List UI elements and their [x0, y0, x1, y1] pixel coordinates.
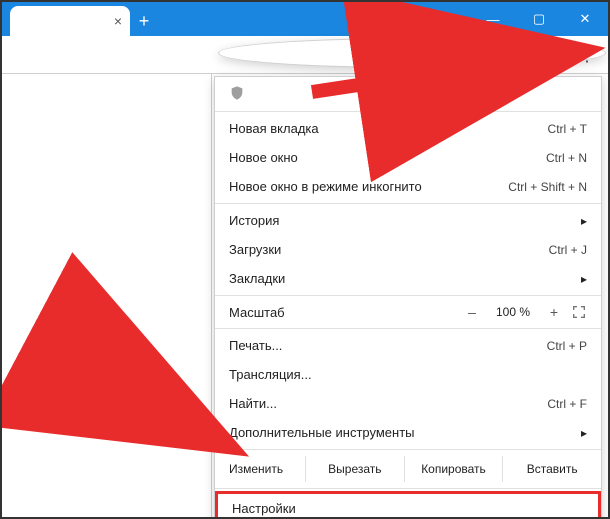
- menu-settings[interactable]: Настройки: [215, 491, 601, 519]
- menu-print[interactable]: Печать... Ctrl + P: [215, 331, 601, 360]
- menu-label: Найти...: [229, 396, 547, 411]
- window-controls: — ▢ ✕: [470, 2, 608, 36]
- menu-zoom: Масштаб – 100 % +: [215, 298, 601, 326]
- edit-copy-button[interactable]: Копировать: [405, 456, 503, 482]
- left-pane: [2, 74, 212, 517]
- menu-label: Новая вкладка: [229, 121, 548, 136]
- chevron-right-icon: ▸: [581, 426, 587, 440]
- menu-new-tab[interactable]: Новая вкладка Ctrl + T: [215, 114, 601, 143]
- main-menu-dropdown: Новая вкладка Ctrl + T Новое окно Ctrl +…: [214, 76, 602, 519]
- zoom-in-button[interactable]: +: [545, 304, 563, 320]
- close-window-button[interactable]: ✕: [562, 2, 608, 36]
- zoom-label: Масштаб: [229, 305, 455, 320]
- annotation-circle-menu: [218, 38, 606, 68]
- titlebar: × + — ▢ ✕: [2, 2, 608, 36]
- shield-row: [215, 77, 601, 109]
- menu-bookmarks[interactable]: Закладки ▸: [215, 264, 601, 293]
- fullscreen-icon[interactable]: [571, 304, 587, 320]
- shield-icon: [229, 85, 245, 101]
- menu-incognito[interactable]: Новое окно в режиме инкогнито Ctrl + Shi…: [215, 172, 601, 201]
- shortcut: Ctrl + F: [547, 397, 587, 411]
- menu-more-tools[interactable]: Дополнительные инструменты ▸: [215, 418, 601, 447]
- menu-label: Дополнительные инструменты: [229, 425, 571, 440]
- shortcut: Ctrl + N: [546, 151, 587, 165]
- menu-history[interactable]: История ▸: [215, 206, 601, 235]
- menu-label: Печать...: [229, 338, 547, 353]
- edit-cut-button[interactable]: Вырезать: [306, 456, 404, 482]
- menu-label: Новое окно: [229, 150, 546, 165]
- zoom-value: 100 %: [489, 305, 537, 319]
- new-tab-button[interactable]: +: [130, 6, 158, 36]
- chevron-right-icon: ▸: [581, 272, 587, 286]
- menu-label: Закладки: [229, 271, 571, 286]
- menu-edit-row: Изменить Вырезать Копировать Вставить: [215, 452, 601, 486]
- menu-find[interactable]: Найти... Ctrl + F: [215, 389, 601, 418]
- menu-label: Загрузки: [229, 242, 549, 257]
- shortcut: Ctrl + T: [548, 122, 587, 136]
- edit-paste-button[interactable]: Вставить: [503, 456, 601, 482]
- minimize-button[interactable]: —: [470, 2, 516, 36]
- menu-label: Новое окно в режиме инкогнито: [229, 179, 508, 194]
- edit-label: Изменить: [215, 456, 305, 482]
- menu-label: Трансляция...: [229, 367, 587, 382]
- shortcut: Ctrl + J: [549, 243, 587, 257]
- shortcut: Ctrl + Shift + N: [508, 180, 587, 194]
- close-tab-icon[interactable]: ×: [114, 13, 122, 29]
- menu-label: Настройки: [232, 501, 584, 516]
- menu-new-window[interactable]: Новое окно Ctrl + N: [215, 143, 601, 172]
- menu-cast[interactable]: Трансляция...: [215, 360, 601, 389]
- shortcut: Ctrl + P: [547, 339, 587, 353]
- browser-tab[interactable]: ×: [10, 6, 130, 36]
- menu-label: История: [229, 213, 571, 228]
- chevron-right-icon: ▸: [581, 214, 587, 228]
- maximize-button[interactable]: ▢: [516, 2, 562, 36]
- menu-downloads[interactable]: Загрузки Ctrl + J: [215, 235, 601, 264]
- zoom-out-button[interactable]: –: [463, 304, 481, 320]
